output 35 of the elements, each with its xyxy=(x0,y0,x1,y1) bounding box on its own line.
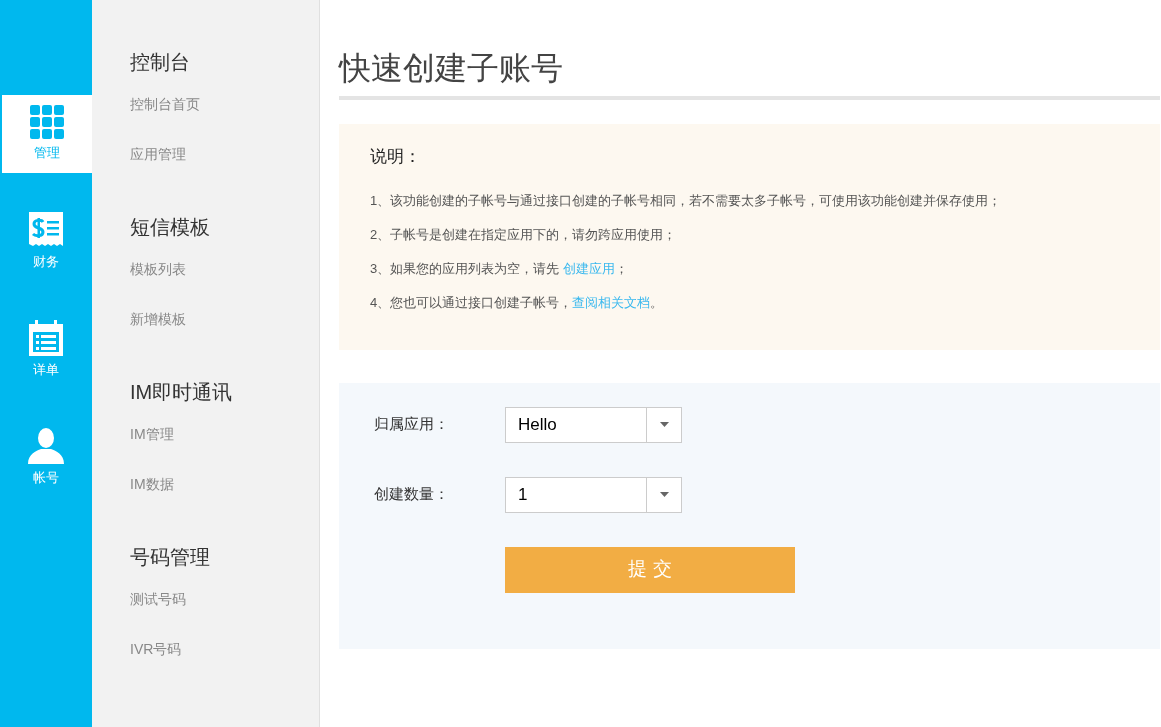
caret-icon xyxy=(659,422,669,427)
doc-link[interactable]: 创建应用 xyxy=(562,260,615,276)
section-heading: 号码管理 xyxy=(130,545,211,570)
nav-rail-item[interactable]: 帐号 xyxy=(0,419,92,497)
section-heading: 控制台 xyxy=(130,50,191,75)
note-text: 4、您也可以通过接口创建子帐号，查阅相关文档。 xyxy=(370,293,665,312)
sidebar-link[interactable]: 测试号码 xyxy=(130,584,319,634)
sidebar-link[interactable]: 模板列表 xyxy=(130,254,319,304)
notes-title: 说明： xyxy=(370,146,422,168)
select-field[interactable]: 1 xyxy=(505,476,682,513)
receipt-icon xyxy=(29,212,63,249)
note-text: 3、如果您的应用列表为空，请先 创建应用； xyxy=(370,259,629,278)
note-text: 1、该功能创建的子帐号与通过接口创建的子帐号相同，若不需要太多子帐号，可使用该功能创建并保存使用； xyxy=(370,191,1003,210)
sidebar-link[interactable]: 新增模板 xyxy=(130,304,319,354)
sidebar-link[interactable]: IVR号码 xyxy=(130,634,319,684)
sidebar-link[interactable]: IM管理 xyxy=(130,419,319,469)
page-title: 快速创建子账号 xyxy=(339,46,1160,100)
section-heading: IM即时通讯 xyxy=(130,380,234,405)
sidebar-link[interactable]: IM数据 xyxy=(130,469,319,519)
doc-link[interactable]: 查阅相关文档 xyxy=(572,294,651,310)
sidebar-link[interactable]: 应用管理 xyxy=(130,139,319,189)
calendar-icon xyxy=(29,320,63,357)
section-heading: 短信模板 xyxy=(130,215,211,240)
nav-rail-item[interactable]: 管理 xyxy=(2,95,92,173)
select-field[interactable]: Hello xyxy=(505,406,682,443)
field-label: 归属应用： xyxy=(374,414,450,435)
grid-icon xyxy=(30,105,64,140)
submit-button[interactable]: 提 交 xyxy=(505,546,795,593)
field-label: 创建数量： xyxy=(374,484,450,505)
note-text: 2、子帐号是创建在指定应用下的，请勿跨应用使用； xyxy=(370,225,678,244)
nav-rail-item[interactable]: 详单 xyxy=(0,311,92,389)
caret-icon xyxy=(659,492,669,497)
sidebar-link[interactable]: 控制台首页 xyxy=(130,89,319,139)
user-icon xyxy=(28,428,64,465)
nav-rail-item[interactable]: 财务 xyxy=(0,203,92,281)
